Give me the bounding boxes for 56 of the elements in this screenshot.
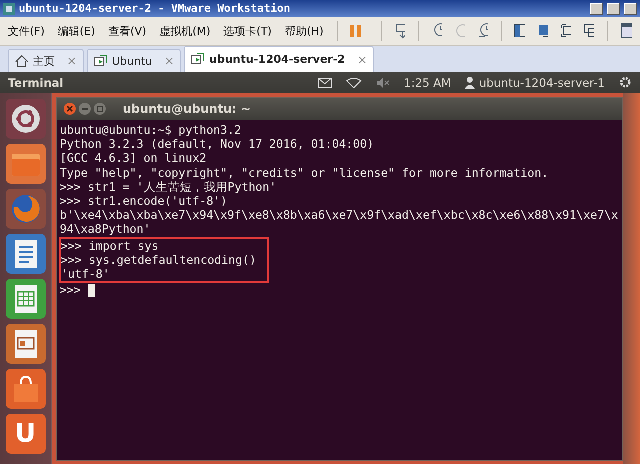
snapshot-manager-icon[interactable] [478, 23, 488, 39]
spreadsheet-icon[interactable] [6, 279, 46, 319]
shopping-bag-icon[interactable] [6, 369, 46, 409]
terminal-line: [GCC 4.6.3] on linux2 [60, 151, 208, 166]
menu-item[interactable]: 编辑(E) [58, 24, 96, 38]
envelope-icon[interactable] [318, 78, 332, 88]
fullscreen-icon[interactable] [560, 24, 571, 38]
console-view-icon[interactable] [620, 23, 632, 39]
document-icon[interactable] [6, 234, 46, 274]
user-menu[interactable]: ubuntu-1204-server-1 [465, 76, 605, 90]
menu-item[interactable]: 查看(V) [108, 24, 147, 38]
menu-item[interactable]: 文件(F) [8, 24, 45, 38]
wifi-icon[interactable] [346, 78, 362, 88]
terminal-line: >>> [60, 283, 619, 298]
person-icon [465, 76, 476, 88]
terminal-line: Type "help", "copyright", "credits" or "license" for more information. [60, 166, 550, 180]
tab[interactable]: 主页 × [8, 49, 84, 72]
minimize-button[interactable] [590, 2, 603, 14]
close-tab-icon[interactable]: × [357, 52, 368, 66]
send-keys-icon[interactable] [394, 23, 405, 39]
snapshot-icon[interactable] [432, 23, 442, 39]
terminal-line: b'\xe4\xba\xba\xe7\x94\x9f\xe8\x8b\xa6\xe7\x9f\xad\xef\xbc\x8c\xe6\x88\x91\xe7\x [60, 208, 619, 222]
monitor-icon[interactable] [538, 24, 548, 38]
vm-icon [191, 53, 206, 66]
terminal-line: 94\xa8Python' [60, 222, 152, 236]
window-controls-icon[interactable] [63, 102, 107, 116]
muted-speaker-icon[interactable] [376, 78, 390, 88]
maximize-button[interactable] [607, 2, 620, 14]
app-icon [3, 2, 15, 14]
vm-icon [94, 54, 108, 68]
tab[interactable]: ubuntu-1204-server-2 × [184, 46, 374, 72]
terminal-line: ubuntu@ubuntu:~$ python3.2 [60, 123, 242, 138]
sidebar-icon[interactable] [514, 24, 525, 38]
terminal-line: 'utf-8' [61, 266, 111, 282]
menu-item[interactable]: 虚拟机(M) [160, 24, 211, 38]
globe-icon[interactable] [6, 189, 46, 229]
settings-icon[interactable] [619, 76, 632, 89]
clock-time[interactable]: 1:25 AM [404, 76, 452, 90]
ubuntu-one-launcher[interactable]: U [6, 414, 46, 454]
terminal-line: >>> str1 = '人生苦短，我用Python' [60, 180, 278, 194]
menu-item[interactable]: 帮助(H) [284, 24, 324, 38]
close-button[interactable] [624, 2, 637, 14]
terminal-line: >>> sys.getdefaultencoding() [61, 252, 258, 267]
terminal-title: ubuntu@ubuntu: ~ [123, 102, 252, 116]
window-title: ubuntu-1204-server-2 - VMware Workstation [19, 2, 292, 15]
folder-icon[interactable] [6, 144, 46, 184]
terminal-line: >>> import sys [61, 238, 160, 253]
app-name: Terminal [8, 76, 65, 90]
tab[interactable]: Ubuntu × [87, 49, 182, 72]
ubuntu-logo-icon[interactable] [6, 99, 46, 139]
home-icon [15, 54, 29, 68]
presentation-icon[interactable] [6, 324, 46, 364]
menu-item[interactable]: 选项卡(T) [224, 24, 272, 38]
terminal-line: Python 3.2.3 (default, Nov 17 2016, 01:04:00) [60, 137, 376, 152]
terminal-line: >>> str1.encode('utf-8') [60, 194, 229, 208]
unity-icon[interactable] [584, 24, 594, 38]
